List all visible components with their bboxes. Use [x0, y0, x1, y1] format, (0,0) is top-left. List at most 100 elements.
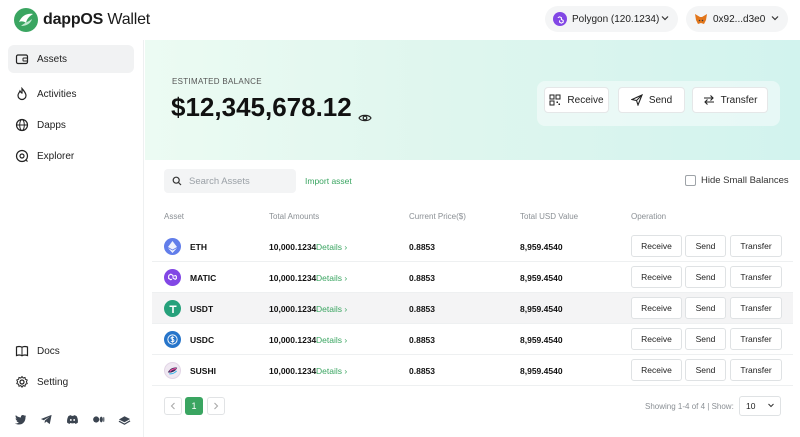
hide-small-balances-toggle[interactable]: Hide Small Balances: [685, 175, 789, 186]
asset-symbol: USDC: [190, 335, 215, 345]
asset-price: 0.8853: [409, 366, 435, 376]
table-row: USDT 10,000.1234 Details › 0.8853 8,959.…: [152, 293, 793, 324]
metamask-fox-icon: [694, 12, 708, 26]
asset-usd-value: 8,959.4540: [520, 273, 563, 283]
gear-icon: [16, 375, 28, 389]
book-icon: [15, 345, 29, 357]
paper-plane-icon: [630, 94, 643, 106]
search-placeholder: Search Assets: [189, 175, 250, 187]
page-size-value: 10: [746, 401, 756, 411]
row-receive-button[interactable]: Receive: [631, 235, 682, 257]
polygon-icon: [553, 12, 567, 26]
asset-amount: 10,000.1234: [269, 242, 317, 252]
prev-page-button[interactable]: [164, 397, 182, 415]
asset-symbol: ETH: [190, 242, 207, 252]
table-row: SUSHI 10,000.1234 Details › 0.8853 8,959…: [152, 355, 793, 386]
page-size-select[interactable]: 10: [739, 396, 781, 416]
import-asset-link[interactable]: Import asset: [305, 176, 352, 186]
transfer-arrows-icon: [703, 95, 714, 105]
social-links: [14, 413, 131, 426]
eye-icon[interactable]: [358, 101, 372, 121]
sidebar-item-docs[interactable]: Docs: [8, 337, 134, 365]
asset-amount: 10,000.1234: [269, 273, 317, 283]
logo[interactable]: dappOS Wallet: [13, 7, 150, 33]
pagination-summary: Showing 1-4 of 4 | Show:: [645, 402, 734, 411]
sidebar-item-dapps[interactable]: Dapps: [8, 111, 134, 139]
row-send-button[interactable]: Send: [685, 328, 726, 350]
send-button[interactable]: Send: [618, 87, 685, 113]
sidebar-item-explorer[interactable]: Explorer: [8, 142, 134, 170]
column-header-current-price: Current Price($): [409, 212, 466, 221]
account-address: 0x92...d3e0: [713, 13, 766, 25]
details-link[interactable]: Details ›: [316, 366, 347, 376]
network-label: Polygon (120.1234): [572, 13, 660, 25]
qr-code-icon: [549, 94, 561, 106]
asset-price: 0.8853: [409, 273, 435, 283]
page-1-button[interactable]: 1: [185, 397, 203, 415]
table-row: USDC 10,000.1234 Details › 0.8853 8,959.…: [152, 324, 793, 355]
sidebar-item-label: Assets: [37, 53, 68, 65]
row-receive-button[interactable]: Receive: [631, 328, 682, 350]
discord-icon[interactable]: [66, 413, 79, 426]
sidebar-item-assets[interactable]: Assets: [8, 45, 134, 73]
row-receive-button[interactable]: Receive: [631, 266, 682, 288]
transfer-button[interactable]: Transfer: [692, 87, 768, 113]
details-link[interactable]: Details ›: [316, 304, 347, 314]
column-header-total-amounts: Total Amounts: [269, 212, 320, 221]
details-link[interactable]: Details ›: [316, 335, 347, 345]
asset-amount: 10,000.1234: [269, 335, 317, 345]
balance-amount: $12,345,678.12: [171, 92, 352, 122]
medium-icon[interactable]: [92, 413, 105, 426]
twitter-icon[interactable]: [14, 413, 27, 426]
next-page-button[interactable]: [207, 397, 225, 415]
row-send-button[interactable]: Send: [685, 266, 726, 288]
asset-usd-value: 8,959.4540: [520, 242, 563, 252]
search-input[interactable]: Search Assets: [164, 169, 296, 193]
eth-icon: [164, 238, 181, 255]
telegram-icon[interactable]: [40, 413, 53, 426]
sushi-icon: [164, 362, 181, 379]
row-transfer-button[interactable]: Transfer: [730, 328, 782, 350]
row-send-button[interactable]: Send: [685, 297, 726, 319]
row-transfer-button[interactable]: Transfer: [730, 266, 782, 288]
account-selector[interactable]: 0x92...d3e0: [686, 6, 788, 32]
chevron-left-icon: [170, 402, 175, 410]
row-transfer-button[interactable]: Transfer: [730, 297, 782, 319]
column-header-operation: Operation: [631, 212, 667, 221]
balance-panel: ESTIMATED BALANCE $12,345,678.12 Receive…: [145, 40, 800, 160]
hide-small-balances-checkbox[interactable]: [685, 175, 696, 186]
sidebar-item-activities[interactable]: Activities: [8, 80, 134, 108]
asset-price: 0.8853: [409, 335, 435, 345]
row-receive-button[interactable]: Receive: [631, 297, 682, 319]
sidebar-item-label: Explorer: [37, 150, 75, 162]
chevron-down-icon: [660, 13, 670, 26]
row-send-button[interactable]: Send: [685, 359, 726, 381]
dappos-logo-icon: [13, 7, 39, 33]
row-receive-button[interactable]: Receive: [631, 359, 682, 381]
details-link[interactable]: Details ›: [316, 273, 347, 283]
asset-amount: 10,000.1234: [269, 304, 317, 314]
asset-usd-value: 8,959.4540: [520, 366, 563, 376]
chevron-right-icon: [214, 402, 219, 410]
row-send-button[interactable]: Send: [685, 235, 726, 257]
column-header-asset: Asset: [164, 212, 185, 221]
sidebar-item-setting[interactable]: Setting: [8, 368, 134, 396]
matic-icon: [164, 269, 181, 286]
asset-symbol: SUSHI: [190, 366, 216, 376]
asset-price: 0.8853: [409, 242, 435, 252]
gitbook-icon[interactable]: [118, 413, 131, 426]
details-link[interactable]: Details ›: [316, 242, 347, 252]
wallet-icon: [15, 54, 29, 65]
column-header-total-usd-value: Total USD Value: [520, 212, 579, 221]
row-transfer-button[interactable]: Transfer: [730, 235, 782, 257]
top-bar: dappOS Wallet Polygon (120.1234) 0x92...…: [0, 0, 800, 40]
balance-value-row: $12,345,678.12: [171, 92, 372, 123]
sidebar: Assets Activities Dapps Explorer Docs Se…: [0, 40, 144, 437]
table-row: MATIC 10,000.1234 Details › 0.8853 8,959…: [152, 262, 793, 293]
receive-button[interactable]: Receive: [544, 87, 609, 113]
table-row: ETH 10,000.1234 Details › 0.8853 8,959.4…: [152, 231, 793, 262]
network-selector[interactable]: Polygon (120.1234): [545, 6, 678, 32]
chevron-down-icon: [767, 401, 775, 411]
sidebar-item-label: Setting: [37, 376, 69, 388]
row-transfer-button[interactable]: Transfer: [730, 359, 782, 381]
